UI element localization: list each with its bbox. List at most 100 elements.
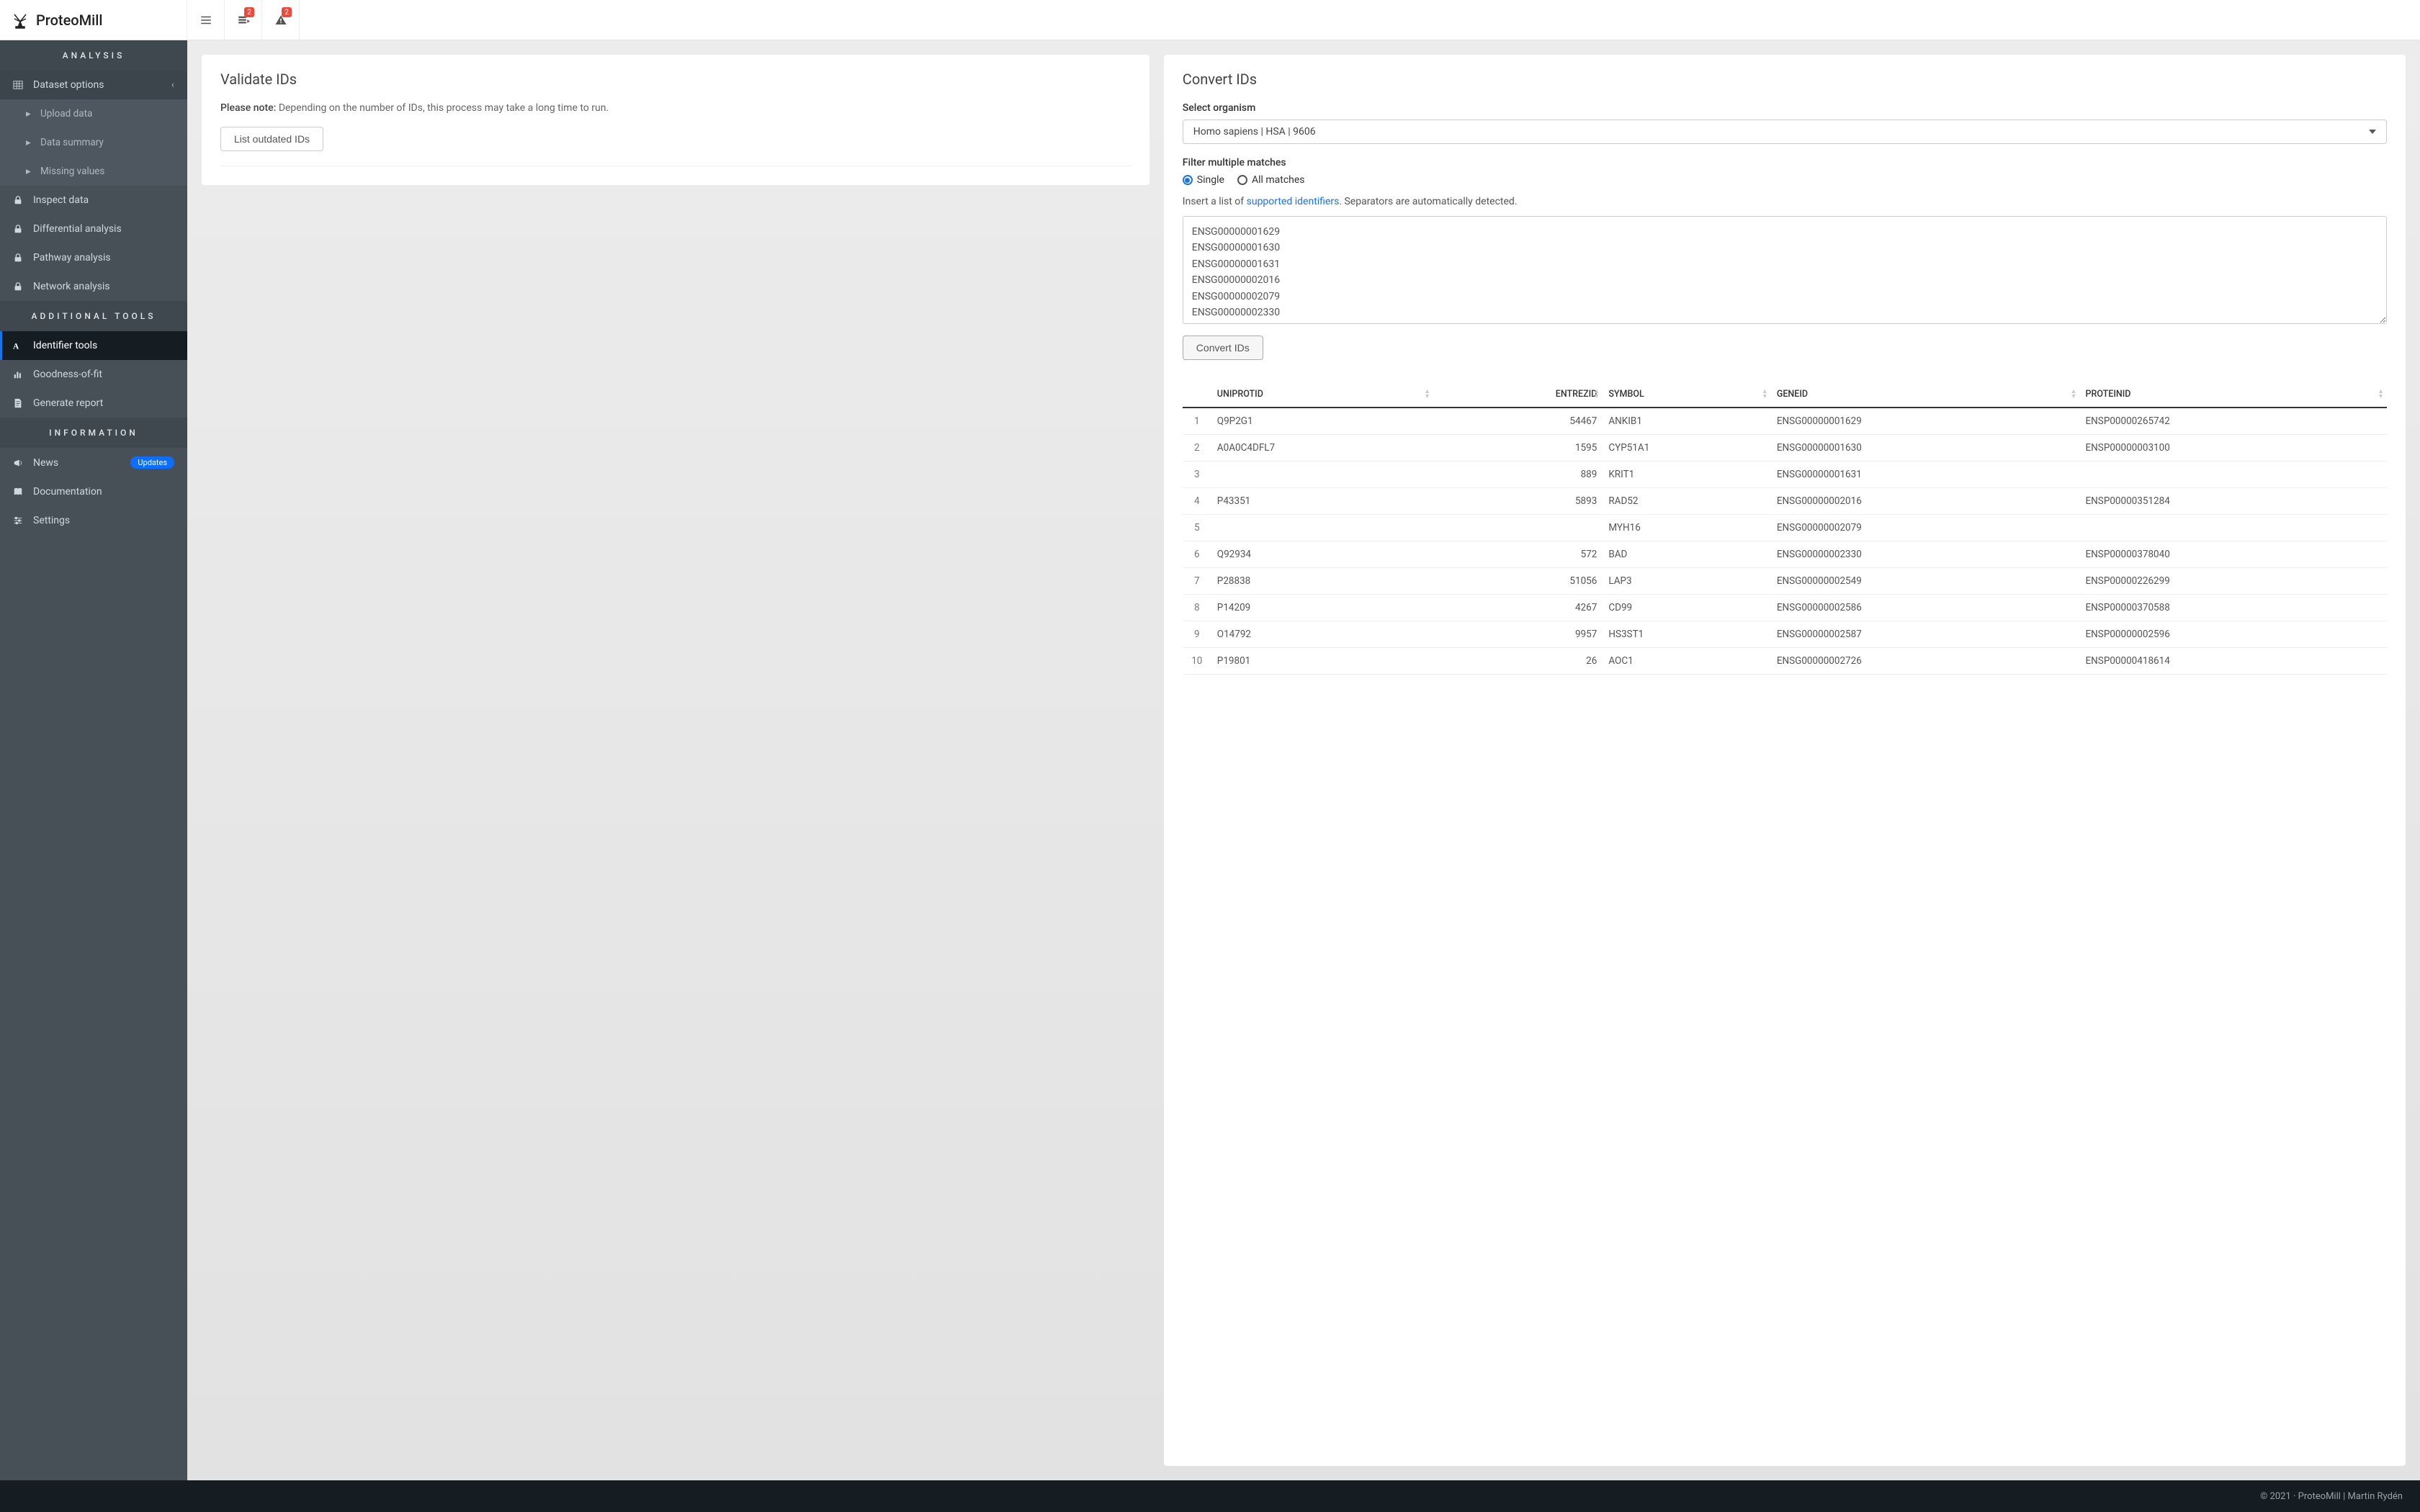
organism-label: Select organism xyxy=(1183,102,2387,114)
cell-geneid: ENSG00000002726 xyxy=(1771,648,2080,675)
sidebar-item-identifier-tools[interactable]: A Identifier tools xyxy=(0,331,187,360)
list-outdated-button[interactable]: List outdated IDs xyxy=(220,127,323,151)
radio-all-matches[interactable]: All matches xyxy=(1237,174,1305,186)
cell-proteinid: ENSP00000378040 xyxy=(2080,541,2388,568)
caret-right-icon: ▸ xyxy=(26,108,30,120)
col-proteinid[interactable]: PROTEINID▲▼ xyxy=(2080,382,2388,408)
cell-geneid: ENSG00000001631 xyxy=(1771,462,2080,488)
windmill-icon xyxy=(12,12,29,29)
bullhorn-icon xyxy=(13,458,24,468)
topbar: ProteoMill 2 2 xyxy=(0,0,2420,40)
cell-uniprotid xyxy=(1211,462,1433,488)
filter-radio-group: Single All matches xyxy=(1183,174,2387,186)
organism-value: Homo sapiens | HSA | 9606 xyxy=(1193,126,1316,138)
section-header-info: INFORMATION xyxy=(0,418,187,448)
cell-proteinid: ENSP00000002596 xyxy=(2080,621,2388,648)
table-row: 2A0A0C4DFL71595CYP51A1ENSG00000001630ENS… xyxy=(1183,435,2387,462)
validate-title: Validate IDs xyxy=(220,71,1131,88)
cell-symbol: ANKIB1 xyxy=(1603,408,1771,435)
convert-ids-button[interactable]: Convert IDs xyxy=(1183,336,1263,360)
col-uniprotid[interactable]: UNIPROTID▲▼ xyxy=(1211,382,1433,408)
sidebar-item-goodness[interactable]: Goodness-of-fit xyxy=(0,360,187,389)
sidebar-item-data-summary[interactable]: ▸ Data summary xyxy=(0,128,187,157)
help-prefix: Insert a list of xyxy=(1183,196,1247,207)
sidebar-label: Inspect data xyxy=(33,194,89,206)
col-index[interactable] xyxy=(1183,382,1211,408)
cell-index: 3 xyxy=(1183,462,1211,488)
sidebar-item-missing-values[interactable]: ▸ Missing values xyxy=(0,157,187,186)
insert-help-text: Insert a list of supported identifiers. … xyxy=(1183,196,2387,207)
chevron-left-icon: ‹ xyxy=(171,79,174,91)
notifications-button-1[interactable]: 2 xyxy=(225,0,262,40)
sidebar-item-network[interactable]: Network analysis xyxy=(0,272,187,301)
sidebar-label: Generate report xyxy=(33,397,103,409)
cell-proteinid: ENSP00000265742 xyxy=(2080,408,2388,435)
caret-right-icon: ▸ xyxy=(26,137,30,148)
sidebar-item-pathway[interactable]: Pathway analysis xyxy=(0,243,187,272)
menu-toggle-button[interactable] xyxy=(187,0,225,40)
supported-identifiers-link[interactable]: supported identifiers xyxy=(1247,196,1340,207)
cell-index: 10 xyxy=(1183,648,1211,675)
badge-count-2: 2 xyxy=(282,7,292,17)
cell-proteinid xyxy=(2080,515,2388,541)
cell-proteinid: ENSP00000351284 xyxy=(2080,488,2388,515)
cell-entrezid: 572 xyxy=(1433,541,1603,568)
cell-symbol: KRIT1 xyxy=(1603,462,1771,488)
cell-entrezid: 9957 xyxy=(1433,621,1603,648)
caret-right-icon: ▸ xyxy=(26,166,30,177)
sidebar-item-differential[interactable]: Differential analysis xyxy=(0,215,187,243)
table-row: 4P433515893RAD52ENSG00000002016ENSP00000… xyxy=(1183,488,2387,515)
table-row: 3889KRIT1ENSG00000001631 xyxy=(1183,462,2387,488)
organism-select[interactable]: Homo sapiens | HSA | 9606 xyxy=(1183,120,2387,144)
logo-area[interactable]: ProteoMill xyxy=(0,0,187,40)
table-icon xyxy=(13,80,24,90)
cell-entrezid: 51056 xyxy=(1433,568,1603,595)
sidebar-label: Data summary xyxy=(40,137,104,148)
cell-symbol: BAD xyxy=(1603,541,1771,568)
radio-label: Single xyxy=(1197,174,1224,186)
cell-geneid: ENSG00000001629 xyxy=(1771,408,2080,435)
cell-uniprotid: A0A0C4DFL7 xyxy=(1211,435,1433,462)
cell-entrezid xyxy=(1433,515,1603,541)
col-symbol[interactable]: SYMBOL▲▼ xyxy=(1603,382,1771,408)
sidebar-item-settings[interactable]: Settings xyxy=(0,506,187,535)
table-row: 8P142094267CD99ENSG00000002586ENSP000003… xyxy=(1183,595,2387,621)
cell-entrezid: 5893 xyxy=(1433,488,1603,515)
cell-proteinid: ENSP00000003100 xyxy=(2080,435,2388,462)
radio-label: All matches xyxy=(1252,174,1305,186)
lock-icon xyxy=(13,253,24,263)
sidebar-item-inspect-data[interactable]: Inspect data xyxy=(0,186,187,215)
sidebar-item-dataset-options[interactable]: Dataset options ‹ xyxy=(0,71,187,99)
table-row: 7P2883851056LAP3ENSG00000002549ENSP00000… xyxy=(1183,568,2387,595)
cell-uniprotid: P28838 xyxy=(1211,568,1433,595)
radio-single[interactable]: Single xyxy=(1183,174,1224,186)
note-body: Depending on the number of IDs, this pro… xyxy=(279,102,609,114)
notifications-button-2[interactable]: 2 xyxy=(262,0,300,40)
app-name: ProteoMill xyxy=(36,12,102,29)
lock-icon xyxy=(13,195,24,205)
file-icon xyxy=(13,398,24,408)
validate-note: Please note: Depending on the number of … xyxy=(220,102,1131,114)
cell-index: 9 xyxy=(1183,621,1211,648)
validate-panel: Validate IDs Please note: Depending on t… xyxy=(202,55,1150,185)
results-table: UNIPROTID▲▼ ENTREZID▲▼ SYMBOL▲▼ GENEID▲▼… xyxy=(1183,382,2387,675)
cell-index: 2 xyxy=(1183,435,1211,462)
caret-down-icon xyxy=(2369,130,2376,134)
sidebar-item-generate-report[interactable]: Generate report xyxy=(0,389,187,418)
table-row: 10P1980126AOC1ENSG00000002726ENSP0000041… xyxy=(1183,648,2387,675)
sliders-icon xyxy=(13,516,24,526)
table-row: 9O147929957HS3ST1ENSG00000002587ENSP0000… xyxy=(1183,621,2387,648)
sidebar-item-upload-data[interactable]: ▸ Upload data xyxy=(0,99,187,128)
sidebar-item-news[interactable]: News Updates xyxy=(0,448,187,477)
sidebar-item-documentation[interactable]: Documentation xyxy=(0,477,187,506)
results-table-wrap: UNIPROTID▲▼ ENTREZID▲▼ SYMBOL▲▼ GENEID▲▼… xyxy=(1183,382,2387,675)
table-row: 1Q9P2G154467ANKIB1ENSG00000001629ENSP000… xyxy=(1183,408,2387,435)
radio-icon xyxy=(1237,175,1247,185)
sidebar-label: Identifier tools xyxy=(33,340,97,351)
radio-icon xyxy=(1183,175,1193,185)
cell-uniprotid: P19801 xyxy=(1211,648,1433,675)
col-entrezid[interactable]: ENTREZID▲▼ xyxy=(1433,382,1603,408)
ids-textarea[interactable] xyxy=(1183,216,2387,324)
col-geneid[interactable]: GENEID▲▼ xyxy=(1771,382,2080,408)
cell-symbol: LAP3 xyxy=(1603,568,1771,595)
